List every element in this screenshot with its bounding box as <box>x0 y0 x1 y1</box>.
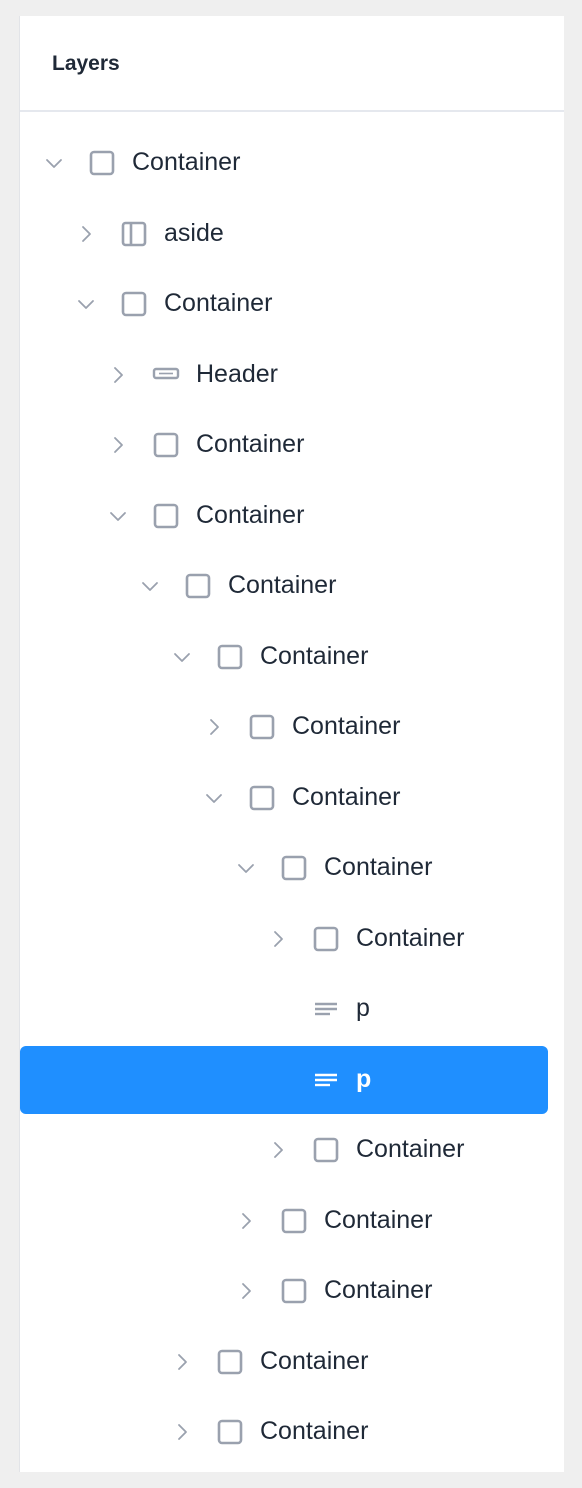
aside-icon <box>120 220 148 248</box>
container-icon <box>88 149 116 177</box>
layer-label: Container <box>196 501 305 529</box>
container-icon <box>248 713 276 741</box>
chevron-down-icon[interactable] <box>234 856 258 880</box>
layer-label: Container <box>228 571 337 599</box>
layer-row[interactable]: Container <box>20 270 564 338</box>
chevron-down-icon[interactable] <box>138 574 162 598</box>
container-icon <box>184 572 212 600</box>
layer-row[interactable]: Container <box>20 552 564 620</box>
layer-label: Container <box>292 712 401 740</box>
chevron-down-icon[interactable] <box>74 292 98 316</box>
layer-row[interactable]: Container <box>20 905 564 973</box>
chevron-right-icon[interactable] <box>106 363 130 387</box>
container-icon <box>280 854 308 882</box>
chevron-right-icon[interactable] <box>74 222 98 246</box>
container-icon <box>312 925 340 953</box>
layer-row[interactable]: Container <box>20 411 564 479</box>
layers-panel: Layers Container aside Container Header Cont… <box>19 16 564 1472</box>
container-icon <box>152 502 180 530</box>
layer-row[interactable]: Container <box>20 764 564 832</box>
layer-label: p <box>356 994 370 1022</box>
chevron-right-icon[interactable] <box>170 1420 194 1444</box>
layer-label: Container <box>196 430 305 458</box>
layer-label: Container <box>164 289 273 317</box>
layer-row[interactable]: Container <box>20 129 564 197</box>
container-icon <box>312 1136 340 1164</box>
layer-row[interactable]: aside <box>20 200 564 268</box>
layer-row[interactable]: Container <box>20 1116 564 1184</box>
chevron-down-icon[interactable] <box>170 645 194 669</box>
layer-label: Container <box>260 1347 369 1375</box>
layer-row[interactable]: Container <box>20 834 564 902</box>
container-icon <box>216 1418 244 1446</box>
layer-label: Container <box>260 642 369 670</box>
chevron-right-icon[interactable] <box>234 1209 258 1233</box>
layer-row[interactable]: p <box>20 975 564 1043</box>
chevron-right-icon[interactable] <box>106 433 130 457</box>
chevron-right-icon[interactable] <box>202 715 226 739</box>
chevron-right-icon[interactable] <box>266 927 290 951</box>
chevron-right-icon[interactable] <box>234 1279 258 1303</box>
layer-label: p <box>356 1065 372 1093</box>
header-icon <box>152 361 180 389</box>
container-icon <box>120 290 148 318</box>
layer-row[interactable]: Container <box>20 1328 564 1396</box>
layer-row[interactable]: Header <box>20 341 564 409</box>
text-icon <box>312 1066 340 1094</box>
layer-label: aside <box>164 219 224 247</box>
layer-row[interactable]: Container <box>20 1187 564 1255</box>
chevron-right-icon[interactable] <box>266 1138 290 1162</box>
chevron-down-icon[interactable] <box>42 151 66 175</box>
layer-label: Container <box>324 1206 433 1234</box>
layer-row[interactable]: Container <box>20 1257 564 1325</box>
chevron-down-icon[interactable] <box>202 786 226 810</box>
layer-label: Container <box>356 1135 465 1163</box>
container-icon <box>280 1277 308 1305</box>
layer-label: Container <box>260 1417 369 1445</box>
layer-row[interactable]: Container <box>20 482 564 550</box>
layer-label: Container <box>324 1276 433 1304</box>
container-icon <box>216 643 244 671</box>
layer-label: Container <box>324 853 433 881</box>
layer-label: Container <box>132 148 241 176</box>
layer-row[interactable]: Container <box>20 1398 564 1466</box>
text-icon <box>312 995 340 1023</box>
layer-label: Header <box>196 360 278 388</box>
chevron-right-icon[interactable] <box>170 1350 194 1374</box>
container-icon <box>280 1207 308 1235</box>
container-icon <box>152 431 180 459</box>
layer-tree: Container aside Container Header Container Co… <box>20 16 564 1472</box>
container-icon <box>248 784 276 812</box>
layer-row[interactable]: Container <box>20 693 564 761</box>
layer-row[interactable]: p <box>20 1046 564 1114</box>
selected-row-highlight <box>20 1046 548 1114</box>
chevron-down-icon[interactable] <box>106 504 130 528</box>
layer-label: Container <box>356 924 465 952</box>
layer-row[interactable]: Container <box>20 623 564 691</box>
container-icon <box>216 1348 244 1376</box>
layer-label: Container <box>292 783 401 811</box>
